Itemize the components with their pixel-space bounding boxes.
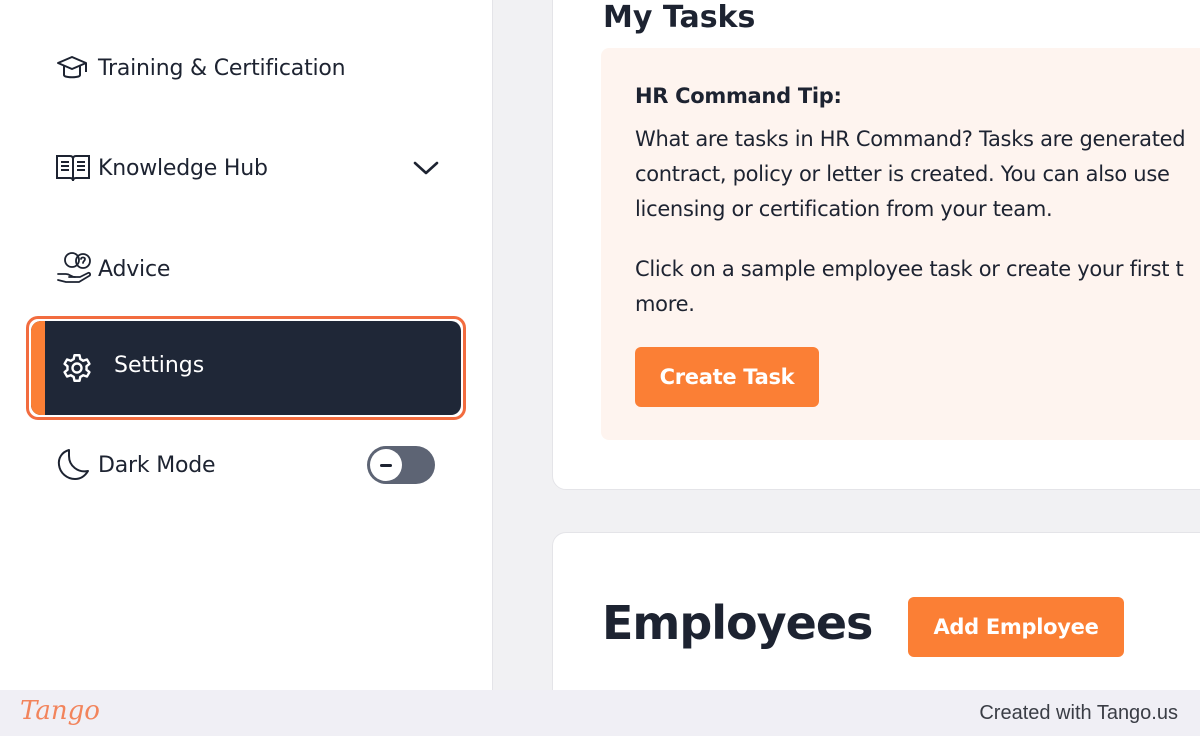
sidebar-item-label: Dark Mode xyxy=(98,452,216,478)
tip-line: What are tasks in HR Command? Tasks are … xyxy=(635,127,1186,151)
sidebar-item-label: Advice xyxy=(98,256,171,282)
toggle-knob xyxy=(370,449,402,481)
gear-icon xyxy=(59,350,95,386)
add-employee-button[interactable]: Add Employee xyxy=(908,597,1124,657)
moon-icon xyxy=(54,447,98,483)
graduation-cap-icon xyxy=(54,50,98,86)
sidebar-item-knowledge-hub[interactable]: Knowledge Hub xyxy=(54,148,268,188)
sidebar-item-settings[interactable]: Settings xyxy=(31,321,461,415)
book-icon xyxy=(54,150,98,186)
tip-line: licensing or certification from your tea… xyxy=(635,197,1053,221)
dark-mode-toggle[interactable] xyxy=(367,446,435,484)
tip-body: What are tasks in HR Command? Tasks are … xyxy=(635,122,1200,227)
tip-line: Click on a sample employee task or creat… xyxy=(635,257,1184,281)
tip-line: more. xyxy=(635,292,695,316)
employees-title: Employees xyxy=(602,596,873,650)
advice-hand-icon xyxy=(54,251,98,287)
sidebar-item-training[interactable]: Training & Certification xyxy=(54,48,346,88)
tango-logo: Tango xyxy=(20,696,100,726)
page-title: My Tasks xyxy=(603,0,756,35)
sidebar-item-label: Training & Certification xyxy=(98,55,346,81)
tip-heading: HR Command Tip: xyxy=(635,84,842,108)
sidebar-item-label: Knowledge Hub xyxy=(98,155,268,181)
create-task-button[interactable]: Create Task xyxy=(635,347,819,407)
active-accent-bar xyxy=(31,321,45,415)
chevron-down-icon[interactable] xyxy=(410,152,442,184)
tip-line: contract, policy or letter is created. Y… xyxy=(635,162,1170,186)
sidebar-item-label: Settings xyxy=(114,353,205,378)
footer-credit: Created with Tango.us xyxy=(979,702,1178,724)
sidebar-item-advice[interactable]: Advice xyxy=(54,249,170,289)
tip-body-secondary: Click on a sample employee task or creat… xyxy=(635,252,1184,322)
sidebar-item-dark-mode: Dark Mode xyxy=(54,445,216,485)
